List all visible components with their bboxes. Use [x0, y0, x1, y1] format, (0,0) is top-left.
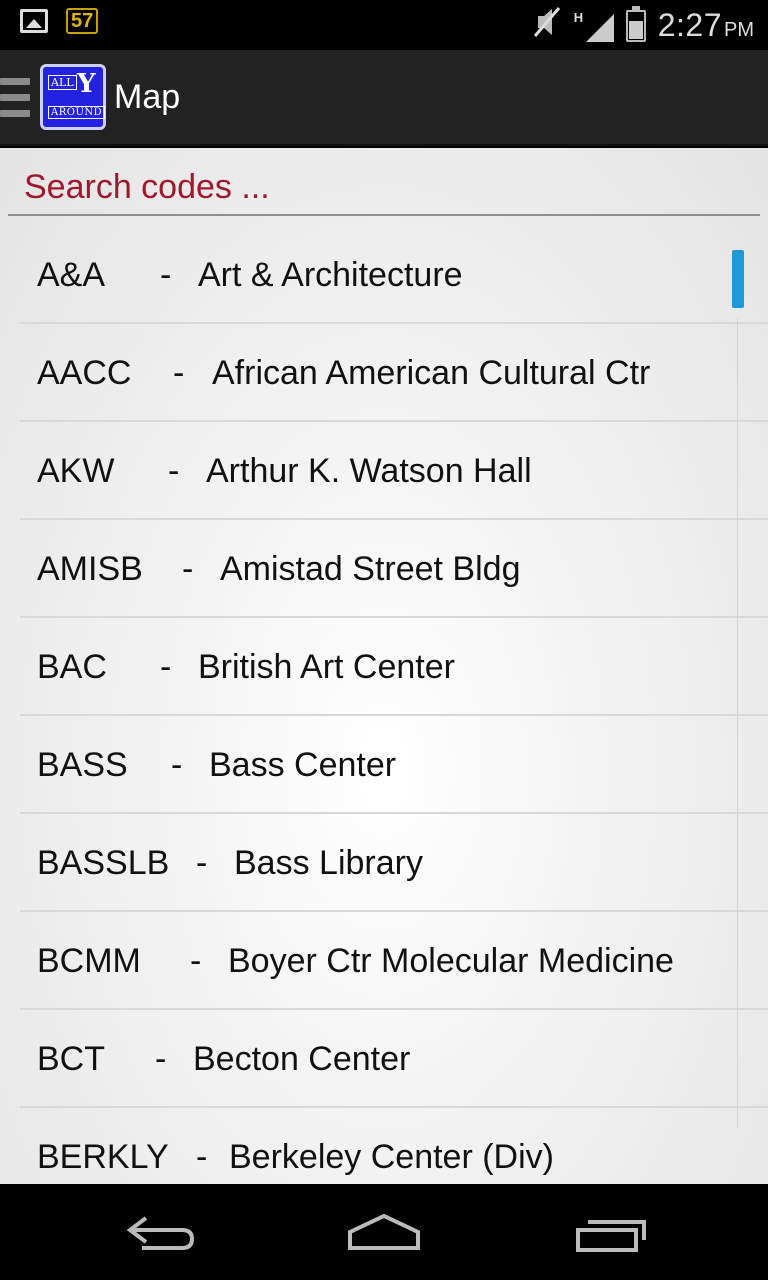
home-icon	[348, 1213, 420, 1250]
item-code: BAC	[37, 648, 107, 686]
signal-icon: H	[574, 10, 614, 42]
item-name: Boyer Ctr Molecular Medicine	[228, 942, 674, 980]
content-area: A&A-Art & ArchitectureAACC-African Ameri…	[0, 148, 768, 1184]
battery-icon	[625, 5, 646, 42]
item-separator: -	[196, 844, 208, 882]
recent-apps-button[interactable]	[562, 1208, 658, 1258]
list-item[interactable]: A&A - Art & Architecture	[20, 226, 768, 324]
item-separator: -	[168, 452, 180, 490]
item-name: British Art Center	[198, 648, 455, 686]
item-name: African American Cultural Ctr	[212, 354, 651, 392]
item-code: BCMM	[37, 942, 141, 980]
signal-type-label: H	[573, 9, 584, 25]
item-name: Berkeley Center (Div)	[229, 1138, 554, 1176]
item-code: BASS	[37, 746, 128, 784]
mute-icon	[532, 6, 562, 45]
recent-apps-icon	[576, 1220, 646, 1252]
list-item[interactable]: BASSLB - Bass Library	[20, 814, 768, 912]
scrollbar-thumb[interactable]	[732, 250, 744, 308]
status-bar: 57 H 2:27 PM	[0, 0, 768, 50]
status-bar-left: 57	[20, 8, 99, 34]
navigation-bar	[0, 1184, 768, 1280]
item-separator: -	[160, 648, 172, 686]
item-name: Amistad Street Bldg	[220, 550, 521, 588]
item-separator: -	[171, 746, 183, 784]
list-item[interactable]: BASS - Bass Center	[20, 716, 768, 814]
item-code: AMISB	[37, 550, 143, 588]
item-name: Bass Center	[209, 746, 397, 784]
item-name: Arthur K. Watson Hall	[206, 452, 532, 490]
item-name: Becton Center	[193, 1040, 411, 1078]
clock: 2:27 PM	[658, 7, 754, 44]
drawer-menu-icon[interactable]	[0, 78, 30, 118]
item-code: BERKLY	[37, 1138, 169, 1176]
list-item[interactable]: AACC - African American Cultural Ctr	[20, 324, 768, 422]
time: 2:27	[657, 7, 722, 43]
home-button[interactable]	[336, 1208, 432, 1258]
item-separator: -	[196, 1138, 208, 1176]
item-name: Art & Architecture	[198, 256, 463, 294]
logo-line1: ALL	[48, 75, 77, 90]
search-input[interactable]	[8, 160, 760, 216]
notification-badge: 57	[66, 8, 99, 34]
logo-line2: AROUND	[48, 106, 106, 119]
action-bar: ALL Y AROUND Map	[0, 50, 768, 146]
list-item[interactable]: AMISB - Amistad Street Bldg	[20, 520, 768, 618]
item-separator: -	[160, 256, 172, 294]
status-bar-right: H 2:27 PM	[532, 5, 754, 45]
logo-letter: Y	[77, 69, 96, 99]
item-name: Bass Library	[234, 844, 423, 882]
ampm: PM	[724, 19, 754, 41]
item-code: BCT	[37, 1040, 105, 1078]
image-icon	[20, 9, 48, 33]
list-item[interactable]: AKW - Arthur K. Watson Hall	[20, 422, 768, 520]
list-item[interactable]: BERKLY - Berkeley Center (Div)	[20, 1108, 768, 1184]
item-separator: -	[155, 1040, 167, 1078]
item-separator: -	[190, 942, 202, 980]
scroll-track	[737, 318, 738, 1128]
back-button[interactable]	[112, 1208, 208, 1258]
list-item[interactable]: BAC - British Art Center	[20, 618, 768, 716]
item-separator: -	[173, 354, 185, 392]
item-code: AKW	[37, 452, 115, 490]
item-code: AACC	[37, 354, 132, 392]
back-arrow-icon	[126, 1216, 195, 1250]
list-item[interactable]: BCMM - Boyer Ctr Molecular Medicine	[20, 912, 768, 1010]
page-title: Map	[114, 78, 181, 116]
item-code: BASSLB	[37, 844, 170, 882]
building-code-list[interactable]: A&A - Art & Architecture AACC - African Ameri…	[20, 226, 768, 1184]
app-logo[interactable]: ALL Y AROUND	[40, 64, 106, 130]
item-separator: -	[182, 550, 194, 588]
item-code: A&A	[37, 256, 106, 294]
list-item[interactable]: BCT - Becton Center	[20, 1010, 768, 1108]
